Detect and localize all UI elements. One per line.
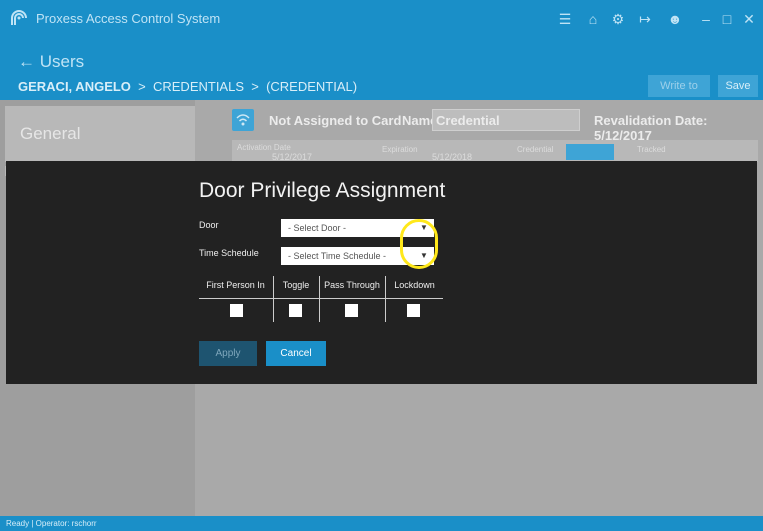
window-title: Proxess Access Control System — [36, 11, 221, 26]
sidebar-item-label: General — [20, 124, 81, 143]
credential-type-dropdown[interactable] — [566, 144, 614, 160]
save-button[interactable]: Save — [718, 75, 758, 97]
name-value: Credential — [436, 113, 500, 128]
breadcrumb-credentials[interactable]: CREDENTIALS — [153, 79, 244, 94]
column-lockdown: Lockdown — [386, 276, 443, 322]
toggle-checkbox[interactable] — [289, 304, 302, 317]
activation-label: Activation Date — [237, 143, 291, 152]
tracked-label: Tracked — [637, 145, 666, 154]
app-logo-icon — [11, 10, 27, 25]
first-person-in-checkbox[interactable] — [230, 304, 243, 317]
status-bar: Ready | Operator: rschorr — [0, 516, 763, 531]
page-header: ← Users GERACI, ANGELO > CREDENTIALS > (… — [0, 38, 763, 114]
minimize-icon[interactable]: – — [697, 10, 715, 28]
door-privilege-dialog: Door Privilege Assignment Door - Select … — [6, 161, 757, 384]
credential-dates-row: Activation Date 5/12/2017 Expiration 5/1… — [232, 140, 758, 162]
sidebar-item-general[interactable]: General — [5, 106, 195, 162]
breadcrumb-separator: > — [138, 79, 146, 94]
time-schedule-label: Time Schedule — [199, 248, 259, 258]
cancel-button[interactable]: Cancel — [266, 341, 326, 366]
user-icon[interactable]: ☻ — [666, 10, 684, 28]
apply-button[interactable]: Apply — [199, 341, 257, 366]
highlight-ring — [400, 219, 438, 269]
gear-icon[interactable]: ⚙ — [609, 10, 627, 28]
breadcrumb-separator: > — [251, 79, 259, 94]
close-icon[interactable]: ✕ — [740, 10, 758, 28]
credential-label: Credential — [517, 145, 554, 154]
column-header: Toggle — [282, 280, 310, 290]
menu-icon[interactable]: ☰ — [556, 10, 574, 28]
time-schedule-value: - Select Time Schedule - — [288, 251, 387, 261]
revalidation-date: Revalidation Date: 5/12/2017 — [594, 113, 708, 143]
logout-icon[interactable]: ↦ — [636, 10, 654, 28]
pass-through-checkbox[interactable] — [345, 304, 358, 317]
credential-summary: Not Assigned to Card Name: Credential Re… — [232, 109, 762, 143]
wifi-icon — [232, 109, 254, 131]
column-pass-through: Pass Through — [320, 276, 384, 322]
breadcrumb: GERACI, ANGELO > CREDENTIALS > (CREDENTI… — [18, 79, 357, 94]
column-header: Lockdown — [394, 280, 435, 290]
door-select-value: - Select Door - — [288, 223, 347, 233]
card-status: Not Assigned to Card — [269, 113, 402, 128]
back-link[interactable]: ← Users — [18, 52, 84, 72]
title-bar: Proxess Access Control System ☰ ⌂ ⚙ ↦ ☻ … — [0, 0, 763, 38]
home-icon[interactable]: ⌂ — [584, 10, 602, 28]
column-header: Pass Through — [324, 280, 380, 290]
door-label: Door — [199, 220, 219, 230]
name-field[interactable]: Credential — [432, 109, 580, 131]
column-toggle: Toggle — [274, 276, 318, 322]
write-to-card-button[interactable]: Write to Card — [648, 75, 710, 114]
maximize-icon[interactable]: □ — [718, 10, 736, 28]
column-first-person-in: First Person In — [199, 276, 272, 322]
lockdown-checkbox[interactable] — [407, 304, 420, 317]
status-text: Ready | Operator: rschorr — [6, 519, 97, 528]
column-header: First Person In — [206, 280, 265, 290]
dialog-title: Door Privilege Assignment — [199, 179, 446, 202]
expiration-label: Expiration — [382, 145, 418, 154]
breadcrumb-current: (CREDENTIAL) — [266, 79, 358, 94]
breadcrumb-user[interactable]: GERACI, ANGELO — [18, 79, 131, 94]
